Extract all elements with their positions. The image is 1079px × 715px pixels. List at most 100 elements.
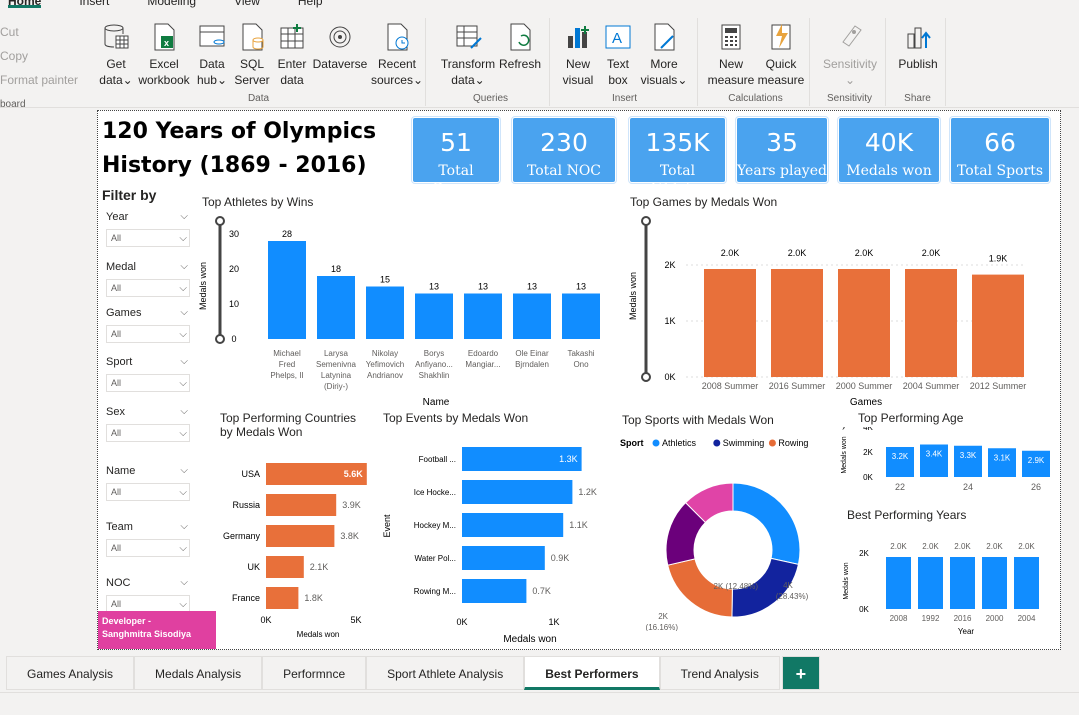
refresh-button[interactable]: Refresh <box>498 22 542 72</box>
sensitivity-icon <box>835 22 865 52</box>
data-label: 15 <box>380 275 390 285</box>
filter-title: Filter by <box>102 187 157 203</box>
y-tick-label: 30 <box>229 229 239 239</box>
slicer-name[interactable]: Name ⌵ All ⌵ <box>106 465 190 501</box>
kpi-card-years-played[interactable]: 35 Years played <box>736 117 828 183</box>
queries-group: Transform data⌄ Refresh Queries <box>432 18 550 106</box>
recent-sources-button[interactable]: Recent sources⌄ <box>370 22 424 88</box>
y-tick-label: France <box>232 593 260 603</box>
x-tick-label: 2016 <box>954 614 972 623</box>
data-label: (28.43%) <box>776 592 809 601</box>
chevron-down-icon[interactable]: ⌵ <box>180 406 190 418</box>
slicer-dropdown[interactable]: All ⌵ <box>106 229 190 247</box>
add-page-button[interactable]: + <box>781 656 820 690</box>
slicer-sex[interactable]: Sex ⌵ All ⌵ <box>106 406 190 442</box>
new-visual-button[interactable]: New visual <box>558 22 598 88</box>
y-tick-label: UK <box>247 562 260 572</box>
events-chart[interactable]: Event Football ... 1.3K Ice Hocke... 1.2K Hoc… <box>380 431 610 651</box>
slider-handle <box>641 372 651 382</box>
age-chart[interactable]: Medals won › 0K 2K 4K 3.2K 22 3.4K 3.3K 24 3.1K 2.9… <box>838 427 1058 507</box>
menu-modeling[interactable]: Modeling <box>147 0 196 8</box>
copy-button[interactable]: Copy <box>0 44 80 68</box>
x-axis-label: Games <box>850 397 882 408</box>
kpi-card-total-games[interactable]: 51 Total Games <box>412 117 500 197</box>
bar <box>918 557 943 609</box>
kpi-card-total-sports[interactable]: 66 Total Sports <box>950 117 1050 183</box>
data-label: 2.9K <box>1028 456 1045 465</box>
kpi-card-total-athletes[interactable]: 135K Total Athletes <box>629 117 726 197</box>
tab-sport-athlete-analysis[interactable]: Sport Athlete Analysis <box>366 656 525 690</box>
kpi-card-medals-won[interactable]: 40K Medals won <box>838 117 940 183</box>
chevron-down-icon[interactable]: ⌵ <box>180 261 190 273</box>
chevron-down-icon[interactable]: ⌵ <box>180 521 190 533</box>
legend-label: Athletics <box>662 438 697 448</box>
chevron-down-icon[interactable]: ⌵ <box>180 307 190 319</box>
new-measure-button[interactable]: New measure <box>706 22 756 88</box>
chevron-down-icon[interactable]: ⌵ <box>180 577 190 589</box>
x-tick-label: Latynina <box>321 371 352 380</box>
sports-donut-chart[interactable]: SportAthleticsSwimmingRowing4K(28.43%)3K… <box>616 431 846 631</box>
data-label: 13 <box>576 282 586 292</box>
bar <box>366 286 404 339</box>
y-axis-label: Medals won <box>198 262 208 310</box>
slider-handle <box>215 334 225 344</box>
slicer-noc[interactable]: NOC ⌵ All ⌵ <box>106 577 190 613</box>
tab-best-performers[interactable]: Best Performers <box>524 656 660 690</box>
slicer-dropdown[interactable]: All ⌵ <box>106 325 190 343</box>
tab-games-analysis[interactable]: Games Analysis <box>6 656 135 690</box>
data-hub-icon <box>197 22 227 52</box>
chevron-down-icon[interactable]: ⌵ <box>180 211 190 223</box>
x-tick-label: Semenivna <box>316 360 357 369</box>
slicer-year[interactable]: Year ⌵ All ⌵ <box>106 211 190 247</box>
slicer-medal[interactable]: Medal ⌵ All ⌵ <box>106 261 190 297</box>
slicer-dropdown[interactable]: All ⌵ <box>106 279 190 297</box>
quick-measure-button[interactable]: Quick measure <box>756 22 806 88</box>
dataverse-button[interactable]: Dataverse <box>312 22 368 72</box>
chevron-down-icon[interactable]: ⌵ <box>180 465 190 477</box>
bar <box>982 557 1007 609</box>
data-label: 2.0K <box>922 542 939 551</box>
menu-home[interactable]: Home <box>8 0 42 8</box>
chevron-down-icon[interactable]: ⌵ <box>180 356 190 368</box>
data-label: 2K <box>658 612 668 621</box>
more-visuals-button[interactable]: More visuals⌄ <box>640 22 688 88</box>
games-chart[interactable]: Medals won 0K 1K 2K 2.0K 2008 Summer 2.0K 2016 … <box>626 211 1036 411</box>
chevron-down-icon: ⌵ <box>179 427 187 439</box>
slicer-team[interactable]: Team ⌵ All ⌵ <box>106 521 190 557</box>
bar <box>905 269 957 377</box>
get-data-button[interactable]: Get data⌄ <box>96 22 136 88</box>
transform-data-button[interactable]: Transform data⌄ <box>440 22 496 88</box>
slicer-dropdown[interactable]: All ⌵ <box>106 424 190 442</box>
tab-performnce[interactable]: Performnce <box>262 656 367 690</box>
text-box-button[interactable]: A Text box <box>600 22 636 88</box>
data-label: 13 <box>527 282 537 292</box>
slicer-dropdown[interactable]: All ⌵ <box>106 374 190 392</box>
legend-label: Swimming <box>723 438 765 448</box>
excel-workbook-button[interactable]: x Excel workbook <box>136 22 192 88</box>
sql-server-button[interactable]: SQL Server <box>232 22 272 88</box>
slicer-games[interactable]: Games ⌵ All ⌵ <box>106 307 190 343</box>
publish-button[interactable]: Publish <box>892 22 944 72</box>
menu-view[interactable]: View <box>234 0 260 8</box>
data-label: 4K <box>783 581 793 590</box>
tab-medals-analysis[interactable]: Medals Analysis <box>134 656 263 690</box>
data-hub-button[interactable]: Data hub⌄ <box>192 22 232 88</box>
menu-insert[interactable]: Insert <box>79 0 109 8</box>
kpi-card-total-noc[interactable]: 230 Total NOC <box>512 117 616 183</box>
slicer-dropdown[interactable]: All ⌵ <box>106 483 190 501</box>
countries-chart[interactable]: USA 5.6K Russia 3.9K Germany 3.8K UK 2.1K France… <box>218 441 378 651</box>
calculator-icon <box>716 22 746 52</box>
sensitivity-button[interactable]: Sensitivity ⌄ <box>818 22 882 88</box>
cut-button[interactable]: Cut <box>0 20 80 44</box>
clipboard-group: Cut Copy Format painter board <box>0 20 80 114</box>
slicer-sport[interactable]: Sport ⌵ All ⌵ <box>106 356 190 392</box>
format-painter-button[interactable]: Format painter <box>0 68 80 92</box>
tab-trend-analysis[interactable]: Trend Analysis <box>659 656 780 690</box>
menu-help[interactable]: Help <box>298 0 323 8</box>
athletes-chart[interactable]: Medals won 0 10 20 30 28 Michael Fred Phelps, II… <box>198 211 618 411</box>
x-tick-label: Anfiyano... <box>415 360 453 369</box>
enter-data-button[interactable]: Enter data <box>272 22 312 88</box>
x-tick-label: 2004 Summer <box>903 381 960 391</box>
years-chart[interactable]: Medals won 0K 2K 2.0K 2008 2.0K 1992 2.0K 2016 2.… <box>838 531 1058 641</box>
slicer-dropdown[interactable]: All ⌵ <box>106 539 190 557</box>
